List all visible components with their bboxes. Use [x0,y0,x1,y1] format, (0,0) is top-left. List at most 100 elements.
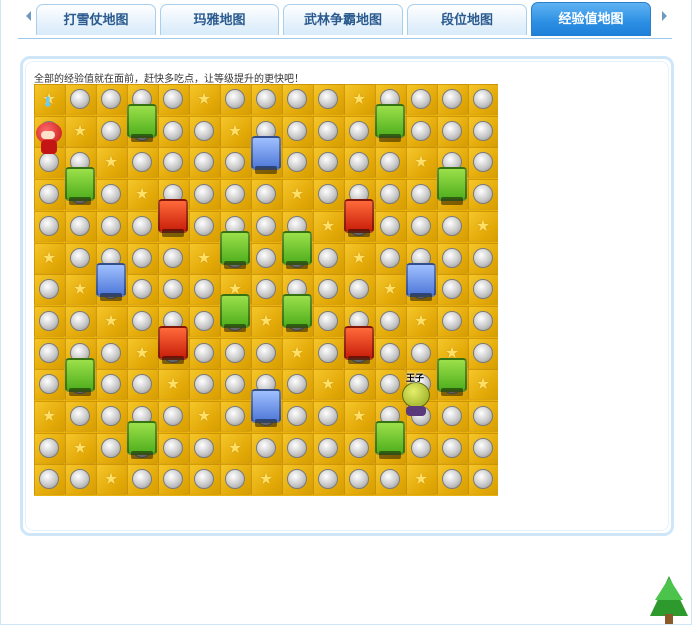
exp-gear-icon [132,310,152,331]
exp-gear-icon [411,437,431,458]
exp-gear-icon [70,215,90,236]
star-icon: ★ [413,310,429,330]
star-icon: ★ [72,437,88,457]
star-icon: ★ [196,406,212,425]
green-box-block [220,294,250,333]
exp-gear-icon [318,342,338,363]
exp-gear-icon [287,406,307,426]
exp-gear-icon [39,310,59,331]
exp-gear-icon [411,215,431,236]
blue-box-block [251,389,281,428]
exp-gear-icon [163,89,183,109]
exp-gear-icon [39,437,59,458]
exp-gear-icon [287,437,307,458]
green-box-block [220,230,250,269]
tree-icon [650,576,688,624]
tab-wulin-map[interactable]: 武林争霸地图 [283,4,403,35]
star-icon: ★ [134,184,150,204]
exp-gear-icon [101,215,121,236]
exp-gear-icon [39,184,59,205]
exp-gear-icon [318,184,338,205]
exp-gear-icon [101,89,121,109]
exp-gear-icon [39,215,59,236]
exp-gear-icon [194,437,214,458]
tab-snowball-map[interactable]: 打雪仗地图 [36,4,156,35]
exp-gear-icon [442,215,462,236]
exp-gear-icon [163,120,183,141]
exp-gear-icon [287,89,307,109]
exp-gear-icon [256,342,276,363]
green-box-block [282,230,312,269]
star-icon: ★ [258,469,274,489]
exp-gear-icon [318,89,338,109]
enemy-name-label: 王子 [406,374,425,384]
exp-gear-icon [225,342,245,363]
exp-gear-icon [70,247,90,268]
exp-gear-icon [349,120,369,141]
exp-gear-icon [380,342,400,363]
blue-box-block [251,135,281,174]
scroll-left-icon[interactable] [26,11,31,21]
exp-gear-icon [380,215,400,236]
exp-gear-icon [318,437,338,458]
exp-gear-icon [194,184,214,205]
star-icon: ★ [41,247,57,267]
star-icon: ★ [72,279,88,299]
exp-gear-icon [101,184,121,205]
exp-gear-icon [101,342,121,363]
green-box-block [437,357,467,396]
exp-gear-icon [132,247,152,268]
exp-gear-icon [287,120,307,141]
green-box-block [65,167,95,206]
red-box-block [158,199,188,238]
exp-gear-icon [256,89,276,109]
spawn-arrow-icon: ⬇ [42,95,54,111]
exp-gear-icon [225,89,245,109]
tab-maya-map[interactable]: 玛雅地图 [160,4,279,35]
star-icon: ★ [227,120,243,140]
exp-gear-icon [473,247,493,268]
star-icon: ★ [103,310,119,330]
exp-gear-icon [194,310,214,331]
exp-gear-icon [256,247,276,268]
blue-box-block [406,262,436,301]
player-character [34,122,64,156]
exp-gear-icon [163,437,183,458]
exp-gear-icon [225,184,245,205]
star-icon: ★ [289,184,305,204]
star-icon: ★ [351,406,367,425]
star-icon: ★ [134,342,150,362]
exp-gear-icon [380,247,400,268]
exp-gear-icon [473,310,493,331]
tab-rank-map[interactable]: 段位地图 [407,4,527,35]
green-box-block [437,167,467,206]
green-box-block [127,421,157,459]
green-box-block [375,421,405,459]
exp-gear-icon [442,406,462,426]
star-icon: ★ [289,342,305,362]
star-icon: ★ [103,152,119,172]
scroll-right-icon[interactable] [662,11,667,21]
star-icon: ★ [227,437,243,457]
exp-gear-icon [349,437,369,458]
star-icon: ★ [103,469,119,489]
blue-box-block [96,262,126,301]
map-description: 全部的经验值就在面前，赶快多吃点，让等级提升的更快吧！ [34,74,304,85]
exp-gear-icon [380,184,400,205]
star-icon: ★ [413,469,429,489]
star-icon: ★ [258,310,274,330]
exp-gear-icon [411,184,431,205]
star-icon: ★ [382,279,398,299]
exp-gear-icon [442,120,462,141]
exp-gear-icon [318,120,338,141]
red-box-block [344,325,374,364]
game-map-board: ★★★★★★★★★★★★★★★★★★★★★★★★★★★★★★★★★★★★★★★ … [34,84,498,496]
star-icon: ★ [72,120,88,140]
exp-gear-icon [70,310,90,331]
tab-exp-map[interactable]: 经验值地图 [531,2,651,36]
exp-gear-icon [442,247,462,268]
exp-gear-icon [163,406,183,426]
exp-gear-icon [473,184,493,205]
star-icon: ★ [475,374,491,394]
exp-gear-icon [256,215,276,236]
